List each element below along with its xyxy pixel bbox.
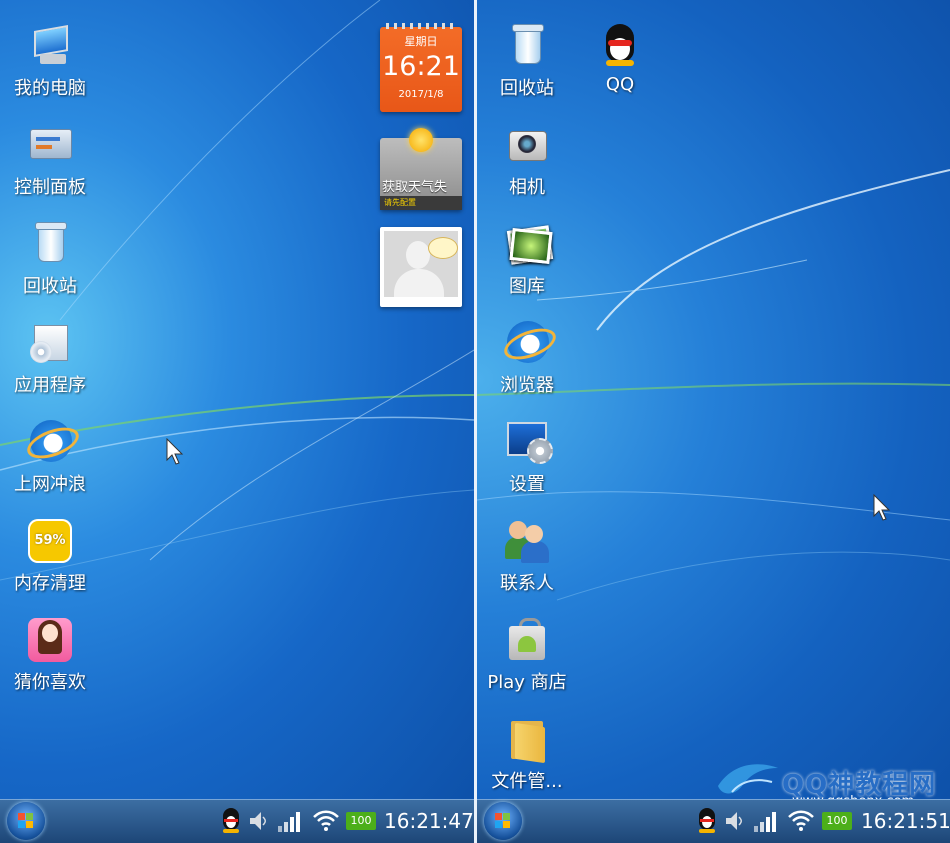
clock-widget[interactable]: 星期日 16:21 2017/1/8 — [380, 23, 462, 112]
icon-label: 图库 — [509, 276, 545, 297]
calendar-rings — [386, 23, 456, 29]
mouse-cursor-icon — [166, 438, 184, 465]
taskbar-clock: 16:21:47 — [384, 809, 474, 833]
icon-file-manager[interactable]: 文件管... — [479, 715, 575, 793]
memory-percent-badge: 59% — [28, 519, 72, 563]
icon-label: 应用程序 — [14, 375, 86, 396]
guess-you-like-icon — [26, 616, 74, 664]
battery-indicator: 100 — [822, 812, 852, 830]
icon-label: QQ — [605, 74, 635, 95]
memory-clean-icon: 59% — [26, 517, 74, 565]
start-button[interactable] — [484, 802, 522, 840]
battery-indicator: 100 — [346, 812, 376, 830]
icon-guess-you-like[interactable]: 猜你喜欢 — [2, 616, 98, 694]
recycle-bin-icon — [26, 220, 74, 268]
internet-explorer-icon — [23, 418, 83, 466]
recycle-bin-icon — [503, 22, 551, 70]
icon-label: 文件管... — [491, 771, 563, 792]
icon-label: 设置 — [509, 474, 545, 495]
icon-control-panel[interactable]: 控制面板 — [2, 121, 98, 199]
icon-browser[interactable]: 浏览器 — [479, 319, 575, 397]
volume-icon[interactable] — [724, 810, 744, 832]
icon-label: 浏览器 — [500, 375, 554, 396]
icon-gallery[interactable]: 图库 — [479, 220, 575, 298]
contacts-icon — [503, 517, 551, 565]
folder-icon — [503, 715, 551, 764]
icon-recycle-bin[interactable]: 回收站 — [2, 220, 98, 298]
clock-time: 16:21 — [382, 51, 460, 82]
weather-hint: 请先配置 — [380, 196, 462, 210]
left-phone-desktop: 我的电脑 控制面板 回收站 应用程序 上网冲浪 59% 内存清理 猜你喜欢 星期… — [0, 0, 474, 843]
mouse-cursor-icon — [873, 494, 891, 521]
camera-icon — [503, 121, 551, 169]
qq-penguin-icon — [596, 22, 644, 70]
icon-label: 回收站 — [500, 78, 554, 99]
qq-tray-icon[interactable] — [696, 808, 718, 834]
weather-widget[interactable]: 获取天气失 请先配置 — [380, 128, 462, 210]
icon-camera[interactable]: 相机 — [479, 121, 575, 199]
icon-label: 内存清理 — [14, 573, 86, 594]
computer-icon — [26, 22, 74, 70]
watermark-bird-logo — [718, 764, 778, 794]
icon-label: Play 商店 — [487, 672, 567, 693]
photo-widget[interactable] — [380, 227, 462, 307]
icon-applications[interactable]: 应用程序 — [2, 319, 98, 397]
right-phone-desktop: 回收站 QQ 相机 图库 浏览器 设置 联系人 Play 商店 文件管... — [477, 0, 950, 843]
wifi-icon — [788, 810, 814, 831]
left-taskbar: 100 16:21:47 — [0, 799, 474, 843]
clock-date: 2017/1/8 — [398, 89, 444, 100]
icon-label: 联系人 — [500, 573, 554, 594]
icon-settings[interactable]: 设置 — [479, 418, 575, 496]
clock-day: 星期日 — [404, 35, 438, 48]
icon-qq[interactable]: QQ — [572, 22, 668, 95]
play-store-icon — [503, 616, 551, 664]
windows-logo-icon — [18, 813, 34, 829]
photo-placeholder-icon — [384, 231, 458, 297]
icon-label: 控制面板 — [14, 177, 86, 198]
icon-label: 上网冲浪 — [14, 474, 86, 495]
icon-internet[interactable]: 上网冲浪 — [2, 418, 98, 496]
gallery-icon — [503, 220, 554, 268]
signal-strength-icon — [278, 810, 302, 832]
icon-label: 回收站 — [23, 276, 77, 297]
signal-strength-icon — [754, 810, 778, 832]
internet-explorer-icon — [500, 319, 560, 367]
weather-message: 获取天气失 — [382, 180, 448, 195]
icon-recycle-bin[interactable]: 回收站 — [479, 22, 575, 100]
icon-contacts[interactable]: 联系人 — [479, 517, 575, 595]
icon-play-store[interactable]: Play 商店 — [479, 616, 575, 694]
sun-icon — [409, 128, 433, 152]
icon-label: 相机 — [509, 177, 545, 198]
settings-icon — [503, 418, 553, 466]
icon-memory-clean[interactable]: 59% 内存清理 — [2, 517, 98, 595]
icon-label: 我的电脑 — [14, 78, 86, 99]
wifi-icon — [313, 810, 339, 831]
applications-icon — [26, 319, 74, 367]
icon-my-computer[interactable]: 我的电脑 — [2, 22, 98, 100]
right-taskbar: 100 16:21:51 — [477, 799, 950, 843]
control-panel-icon — [26, 121, 74, 169]
taskbar-clock: 16:21:51 — [861, 809, 950, 833]
icon-label: 猜你喜欢 — [14, 672, 86, 693]
windows-logo-icon — [495, 813, 511, 829]
qq-tray-icon[interactable] — [220, 808, 242, 834]
start-button[interactable] — [7, 802, 45, 840]
volume-icon[interactable] — [248, 810, 268, 832]
